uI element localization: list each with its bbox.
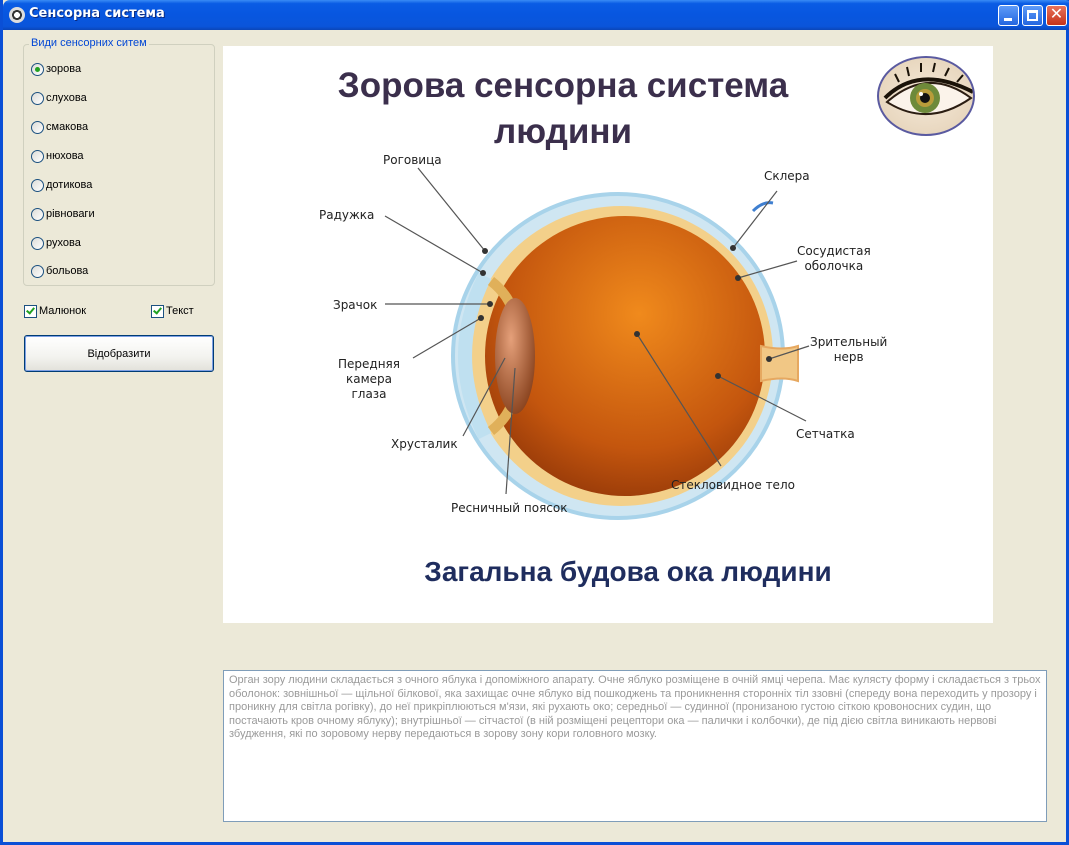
radio-button[interactable]	[31, 207, 44, 221]
close-button[interactable]: ✕	[1046, 4, 1067, 26]
radio-option-smell[interactable]: нюхова	[31, 148, 84, 164]
eye-diagram-picture: Зорова сенсорна система людини Роговица …	[223, 46, 993, 623]
main-window: Сенсорна система ✕ Види сенсорних ситем …	[0, 0, 1069, 845]
picture-checkbox[interactable]	[24, 304, 37, 318]
radio-button[interactable]	[31, 178, 44, 192]
text-checkbox[interactable]	[151, 304, 164, 318]
picture-checkbox-row[interactable]: Малюнок	[24, 303, 86, 319]
radio-option-auditory[interactable]: слухова	[31, 90, 87, 106]
text-checkbox-row[interactable]: Текст	[151, 303, 194, 319]
picture-caption: Загальна будова ока людини	[424, 556, 832, 587]
app-icon[interactable]	[9, 7, 25, 23]
label-anterior-chamber: Передняя камера глаза	[338, 357, 400, 401]
radio-label: больова	[46, 265, 89, 277]
close-icon: ✕	[1049, 4, 1064, 23]
window-title: Сенсорна система	[29, 6, 165, 21]
label-sclera: Склера	[764, 169, 810, 183]
group-label: Види сенсорних ситем	[29, 37, 149, 49]
label-choroid: Сосудистая оболочка	[797, 244, 871, 273]
label-vitreous: Стекловидное тело	[671, 478, 795, 492]
maximize-icon	[1027, 10, 1038, 21]
radio-option-balance[interactable]: рівноваги	[31, 206, 95, 222]
radio-label: дотикова	[46, 179, 93, 191]
radio-option-touch[interactable]: дотикова	[31, 177, 92, 193]
radio-button[interactable]	[31, 91, 44, 105]
label-cornea: Роговица	[383, 153, 442, 167]
radio-label: нюхова	[46, 150, 84, 162]
radio-label: зорова	[46, 63, 82, 75]
maximize-button[interactable]	[1022, 5, 1043, 26]
radio-option-pain[interactable]: больова	[31, 263, 88, 279]
radio-label: рухова	[46, 237, 81, 249]
description-textarea[interactable]: Орган зору людини складається з очного я…	[223, 670, 1047, 822]
label-retina: Сетчатка	[796, 427, 855, 441]
radio-button[interactable]	[31, 264, 44, 278]
label-ciliary: Ресничный поясок	[451, 501, 568, 515]
show-button[interactable]: Відобразити	[24, 335, 214, 372]
radio-label: слухова	[46, 92, 87, 104]
radio-option-taste[interactable]: смакова	[31, 119, 88, 135]
radio-option-motor[interactable]: рухова	[31, 235, 81, 251]
check-icon	[153, 304, 162, 315]
radio-option-visual[interactable]: зорова	[31, 61, 81, 77]
label-pupil: Зрачок	[333, 298, 378, 312]
minimize-button[interactable]	[998, 5, 1019, 26]
minimize-icon	[1004, 18, 1012, 21]
radio-button[interactable]	[31, 149, 44, 163]
check-icon	[26, 304, 35, 315]
label-optic-nerve: Зрительный нерв	[810, 335, 888, 364]
title-bar[interactable]: Сенсорна система ✕	[3, 0, 1069, 30]
label-iris: Радужка	[319, 208, 375, 222]
radio-label: смакова	[46, 121, 89, 133]
radio-button[interactable]	[31, 62, 44, 76]
radio-button[interactable]	[31, 120, 44, 134]
text-checkbox-label: Текст	[166, 305, 194, 317]
radio-button[interactable]	[31, 236, 44, 250]
label-lens: Хрусталик	[391, 437, 458, 451]
picture-checkbox-label: Малюнок	[39, 305, 87, 317]
radio-label: рівноваги	[46, 208, 95, 220]
